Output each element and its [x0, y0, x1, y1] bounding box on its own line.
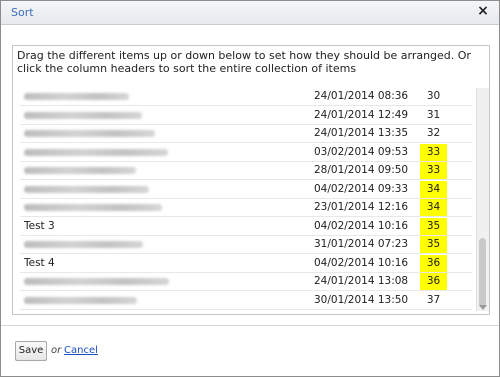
- dialog-titlebar[interactable]: Sort ×: [1, 1, 499, 25]
- row-order-value: 33: [420, 162, 447, 179]
- redacted-name: [24, 148, 168, 156]
- row-date: 28/01/2014 09:50: [314, 164, 409, 176]
- list-row[interactable]: 23/01/2014 12:16 34: [20, 199, 472, 217]
- list-row[interactable]: 24/01/2014 13:35 32: [20, 125, 472, 143]
- row-date: 23/01/2014 12:16: [314, 201, 409, 213]
- row-order-value: 34: [420, 180, 447, 198]
- row-date: 30/01/2014 13:50: [314, 293, 409, 306]
- redacted-name: [24, 296, 137, 304]
- list-row[interactable]: Test 4 04/02/2014 10:16 36: [20, 254, 472, 273]
- row-order-value: 33: [420, 143, 447, 161]
- or-text: or: [51, 345, 62, 356]
- list-row[interactable]: 31/01/2014 07:23 35: [20, 236, 472, 254]
- redacted-name: [24, 278, 169, 285]
- row-date: 24/01/2014 13:35: [314, 127, 409, 139]
- list-scrollbar[interactable]: [476, 88, 489, 311]
- sort-dialog: Sort × Drag the different items up or do…: [0, 0, 500, 377]
- row-date: 31/01/2014 07:23: [314, 238, 409, 250]
- list-row[interactable]: 30/01/2014 13:50 37: [20, 292, 472, 310]
- row-order-value: 35: [420, 236, 447, 253]
- redacted-name: [24, 204, 162, 211]
- cancel-link[interactable]: Cancel: [64, 345, 98, 356]
- list-row[interactable]: 24/01/2014 12:49 31: [20, 107, 472, 125]
- row-order-value: 32: [426, 127, 441, 139]
- row-order-value: 31: [426, 108, 441, 121]
- row-date: 04/02/2014 10:16: [314, 219, 409, 232]
- list-row[interactable]: 24/01/2014 13:08 36: [20, 273, 472, 291]
- row-date: 24/01/2014 12:49: [314, 108, 409, 121]
- row-date: 04/02/2014 10:16: [314, 256, 409, 269]
- scroll-down-arrow-icon[interactable]: [479, 305, 487, 310]
- row-date: 24/01/2014 08:36: [314, 90, 409, 102]
- instructions-text: Drag the different items up or down belo…: [17, 49, 471, 75]
- row-name: Test 4: [24, 256, 55, 269]
- dialog-title: Sort: [11, 6, 34, 19]
- row-order-value: 34: [420, 199, 447, 216]
- row-order-value: 36: [420, 273, 447, 290]
- sortable-list[interactable]: 24/01/2014 08:36 30 24/01/2014 12:49 31 24/0…: [20, 88, 475, 311]
- row-date: 03/02/2014 09:53: [314, 145, 409, 158]
- row-date: 04/02/2014 09:33: [314, 182, 409, 195]
- row-order-value: 37: [426, 293, 441, 306]
- scrollbar-thumb[interactable]: [479, 238, 486, 308]
- list-row[interactable]: 24/01/2014 08:36 30: [20, 88, 472, 106]
- redacted-name: [24, 167, 136, 174]
- row-name: Test 3: [24, 219, 55, 232]
- row-date: 24/01/2014 13:08: [314, 275, 409, 287]
- row-order-value: 36: [420, 254, 447, 272]
- row-order-value: 30: [426, 90, 441, 102]
- close-icon[interactable]: ×: [476, 4, 490, 18]
- redacted-name: [24, 130, 155, 137]
- list-row[interactable]: 28/01/2014 09:50 33: [20, 162, 472, 180]
- list-row[interactable]: Test 3 04/02/2014 10:16 35: [20, 217, 472, 236]
- save-button[interactable]: Save: [15, 341, 47, 361]
- footer-divider: [1, 325, 499, 326]
- sort-content: Drag the different items up or down belo…: [12, 45, 490, 315]
- redacted-name: [24, 93, 129, 100]
- list-row[interactable]: 04/02/2014 09:33 34: [20, 180, 472, 199]
- redacted-name: [24, 185, 149, 193]
- redacted-name: [24, 241, 143, 248]
- redacted-name: [24, 111, 142, 119]
- list-row[interactable]: 03/02/2014 09:53 33: [20, 143, 472, 162]
- row-order-value: 35: [420, 217, 447, 235]
